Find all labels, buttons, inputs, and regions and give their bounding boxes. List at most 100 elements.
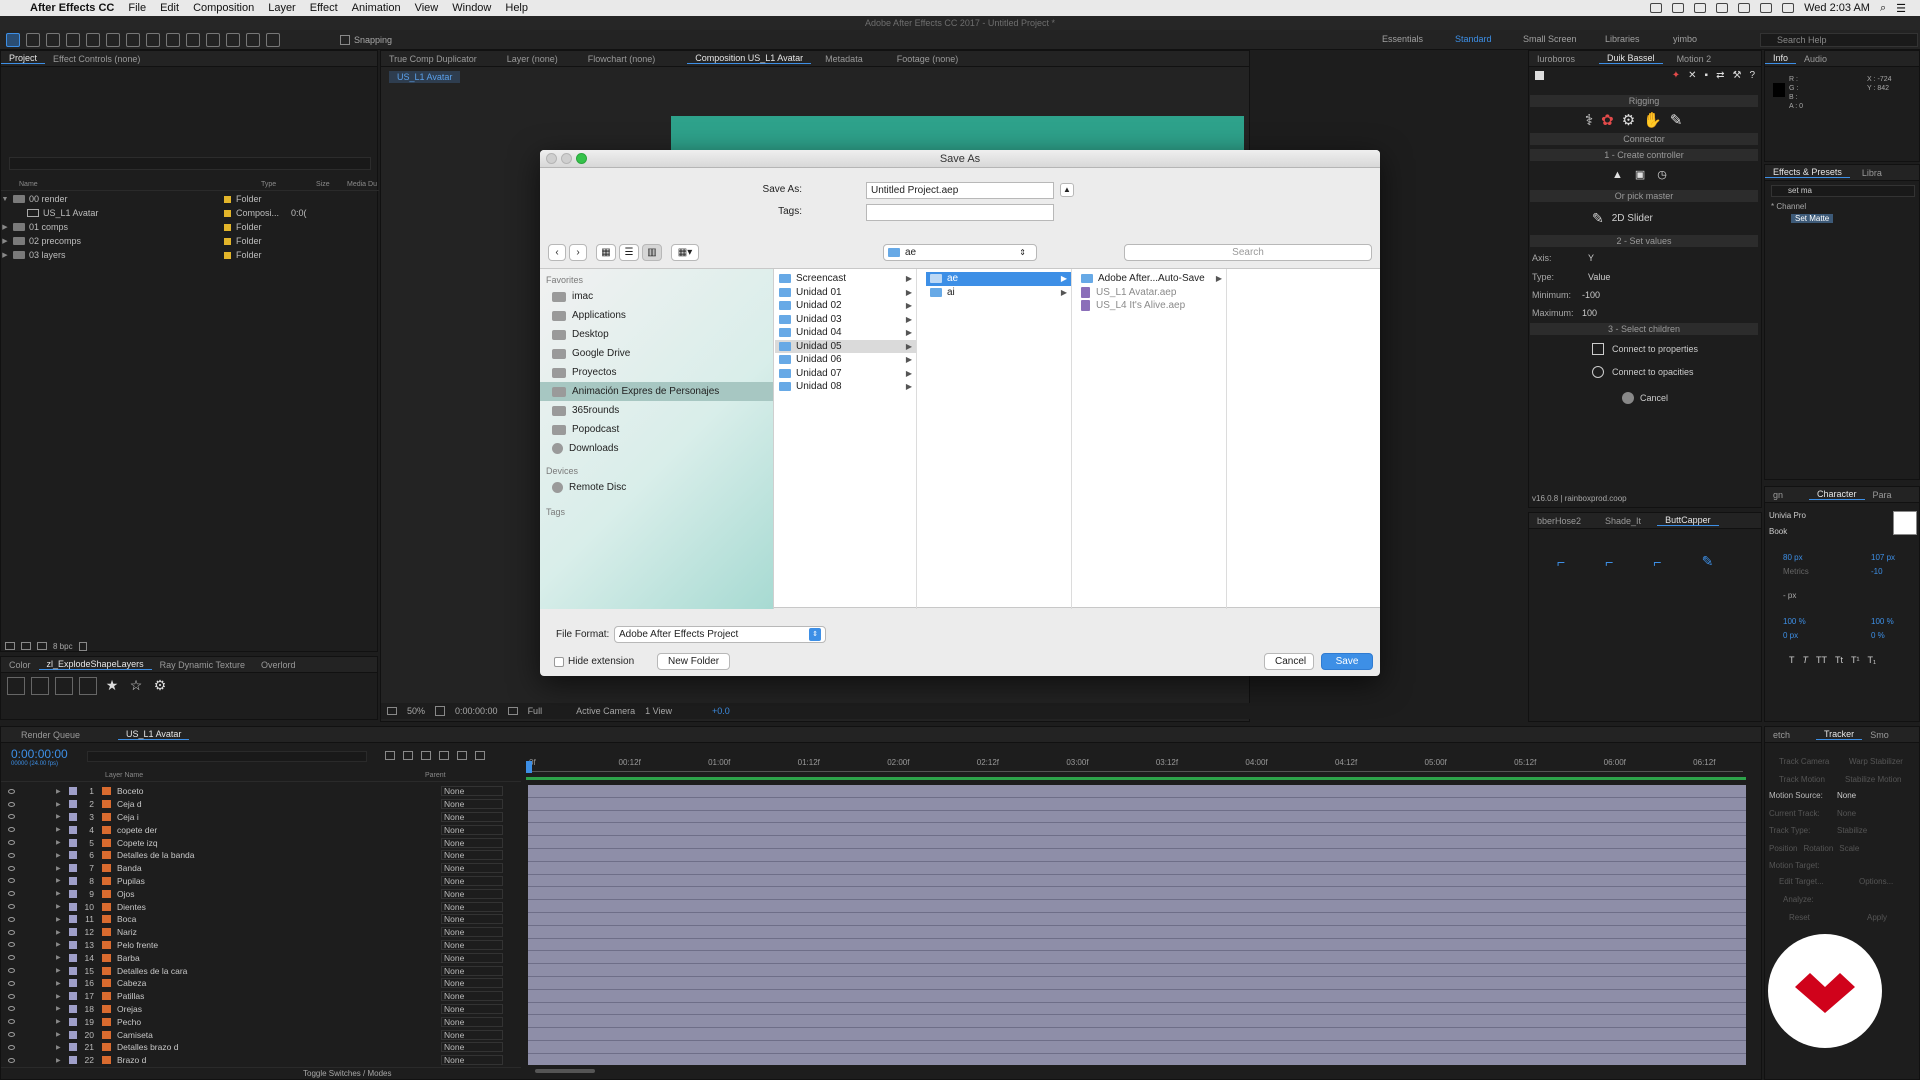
wrench-icon[interactable]: ✎ — [1702, 553, 1714, 570]
list-item[interactable]: Unidad 02 ▶ — [775, 299, 916, 313]
disclosure-closed-icon[interactable]: ▶ — [56, 980, 61, 987]
trash-icon[interactable] — [78, 641, 87, 651]
label-color-swatch[interactable] — [69, 940, 77, 949]
list-item[interactable]: Unidad 01 ▶ — [775, 286, 916, 300]
project-item-folder[interactable]: ▶ 01 comps Folder — [1, 220, 379, 234]
layer-duration-bar[interactable] — [528, 977, 1746, 990]
label-color-swatch[interactable] — [69, 992, 77, 1001]
list-item[interactable]: Unidad 07 ▶ — [775, 367, 916, 381]
disclosure-closed-icon[interactable]: ▶ — [56, 877, 61, 884]
search-field[interactable]: Search — [1124, 244, 1372, 261]
list-item[interactable]: Adobe After...Auto-Save ▶ — [1077, 272, 1226, 286]
tab-effects-presets[interactable]: Effects & Presets — [1765, 167, 1850, 178]
edit-target-button[interactable]: Edit Target... — [1779, 877, 1824, 886]
hide-extension-checkbox[interactable] — [554, 656, 564, 667]
minimize-window-icon[interactable] — [561, 153, 572, 164]
table-row[interactable]: ▶ 4 copete der None — [1, 823, 521, 836]
pick-2d-slider-button[interactable]: ✎ 2D Slider — [1592, 210, 1653, 227]
forward-icon[interactable]: › — [569, 244, 587, 261]
label-color-swatch[interactable] — [69, 825, 77, 834]
layer-duration-bar[interactable] — [528, 951, 1746, 965]
disclosure-closed-icon[interactable]: ▶ — [1, 237, 9, 245]
disclosure-open-icon[interactable]: ▼ — [1, 196, 9, 203]
visibility-eye-icon[interactable] — [8, 891, 15, 897]
visibility-eye-icon[interactable] — [8, 814, 15, 820]
app-menu[interactable]: After Effects CC — [30, 2, 114, 14]
workspace-essentials[interactable]: Essentials — [1382, 34, 1423, 44]
disclosure-closed-icon[interactable]: ▶ — [1, 223, 9, 231]
tab-render-queue[interactable]: Render Queue — [13, 730, 88, 740]
label-color-swatch[interactable] — [69, 979, 77, 988]
table-row[interactable]: ▶ 8 Pupilas None — [1, 875, 521, 888]
list-item[interactable]: Unidad 06 ▶ — [775, 353, 916, 367]
tab-ray-dynamic-texture[interactable]: Ray Dynamic Texture — [152, 660, 253, 670]
hand-tool-icon[interactable]: ✋ — [1643, 111, 1662, 129]
workspace-small-screen[interactable]: Small Screen — [1523, 34, 1577, 44]
rotation-checkbox[interactable]: Rotation — [1803, 844, 1833, 853]
type-select[interactable]: Value — [1588, 272, 1758, 282]
bit-depth-button[interactable]: 8 bpc — [53, 642, 73, 651]
layer-duration-bar[interactable] — [528, 1028, 1746, 1041]
menu-effect[interactable]: Effect — [310, 2, 338, 14]
layer-name[interactable]: Banda — [117, 863, 142, 873]
disclosure-closed-icon[interactable]: ▶ — [56, 852, 61, 859]
table-row[interactable]: ▶ 11 Boca None — [1, 913, 521, 926]
parent-select[interactable]: None — [441, 811, 503, 822]
tab-info[interactable]: Info — [1765, 53, 1797, 64]
menu-edit[interactable]: Edit — [160, 2, 179, 14]
parent-select[interactable]: None — [441, 863, 503, 874]
controller-tool-icon[interactable]: ⚙ — [1622, 111, 1635, 129]
time-ruler[interactable]: 0f 00:12f 01:00f 01:12f 02:00f 02:12f 03:00f 03… — [523, 755, 1747, 783]
menubar-clock[interactable]: Wed 2:03 AM — [1804, 2, 1870, 14]
layer-duration-bar[interactable] — [528, 900, 1746, 913]
parent-select[interactable]: None — [441, 901, 503, 912]
toggle-switches-modes[interactable]: Toggle Switches / Modes — [303, 1069, 392, 1078]
stroke-width-input[interactable]: - px — [1783, 591, 1796, 600]
disclosure-closed-icon[interactable]: ▶ — [56, 865, 61, 872]
layer-name[interactable]: Barba — [117, 953, 140, 963]
stabilize-motion-button[interactable]: Stabilize Motion — [1845, 775, 1901, 784]
parent-select[interactable]: None — [441, 952, 503, 963]
sidebar-item-applications[interactable]: Applications — [540, 306, 773, 325]
fill-color-swatch[interactable] — [1893, 511, 1917, 535]
sidebar-item-animacion-expres[interactable]: Animación Expres de Personajes — [540, 382, 773, 401]
table-row[interactable]: ▶ 18 Orejas None — [1, 1003, 521, 1016]
playhead[interactable] — [526, 761, 532, 773]
warp-stabilizer-button[interactable]: Warp Stabilizer — [1849, 757, 1903, 766]
faux-bold-icon[interactable]: T — [1789, 655, 1795, 665]
disclosure-closed-icon[interactable]: ▶ — [56, 993, 61, 1000]
layer-duration-bar[interactable] — [528, 925, 1746, 939]
table-row[interactable]: ▶ 12 Nariz None — [1, 926, 521, 939]
visibility-eye-icon[interactable] — [8, 955, 15, 961]
small-caps-icon[interactable]: Tt — [1835, 655, 1843, 665]
tab-libraries[interactable]: Libra — [1854, 168, 1890, 178]
hide-extension-option[interactable]: Hide extension — [554, 656, 634, 667]
list-item[interactable]: Unidad 08 ▶ — [775, 380, 916, 394]
connect-opacities-button[interactable]: Connect to opacities — [1592, 366, 1694, 378]
duik-link-icon[interactable]: ⇄ — [1716, 70, 1724, 81]
column-parent[interactable]: Parent — [425, 772, 446, 779]
explode-all-icon[interactable] — [7, 677, 25, 695]
disclosure-closed-icon[interactable]: ▶ — [56, 1005, 61, 1012]
table-row[interactable]: ▶ 22 Brazo d None — [1, 1054, 521, 1065]
table-row[interactable]: ▶ 2 Ceja d None — [1, 798, 521, 811]
tab-zl-explodeshapelayers[interactable]: zl_ExplodeShapeLayers — [38, 659, 152, 670]
disclosure-closed-icon[interactable]: ▶ — [56, 1018, 61, 1025]
timeline-current-time[interactable]: 0:00:00:00 — [11, 747, 68, 761]
pan-behind-tool-icon[interactable] — [106, 32, 120, 47]
pen-tool-icon[interactable] — [146, 32, 160, 47]
menu-composition[interactable]: Composition — [193, 2, 254, 14]
disclosure-closed-icon[interactable]: ▶ — [56, 813, 61, 820]
tab-us-l1-avatar[interactable]: US_L1 Avatar — [118, 729, 190, 740]
help-icon[interactable]: ? — [1749, 70, 1755, 81]
safe-zones-icon[interactable] — [435, 706, 446, 716]
options-button[interactable]: Options... — [1859, 877, 1893, 886]
exposure-value[interactable]: +0.0 — [712, 706, 730, 716]
table-row[interactable]: ▶ 10 Dientes None — [1, 900, 521, 913]
kerning-select[interactable]: Metrics — [1783, 567, 1809, 576]
tab-footage-none[interactable]: Footage (none) — [889, 54, 967, 64]
label-color-swatch[interactable] — [224, 237, 231, 245]
vertical-scale-input[interactable]: 100 % — [1783, 617, 1806, 626]
menu-window[interactable]: Window — [452, 2, 491, 14]
table-row[interactable]: ▶ 13 Pelo frente None — [1, 939, 521, 952]
